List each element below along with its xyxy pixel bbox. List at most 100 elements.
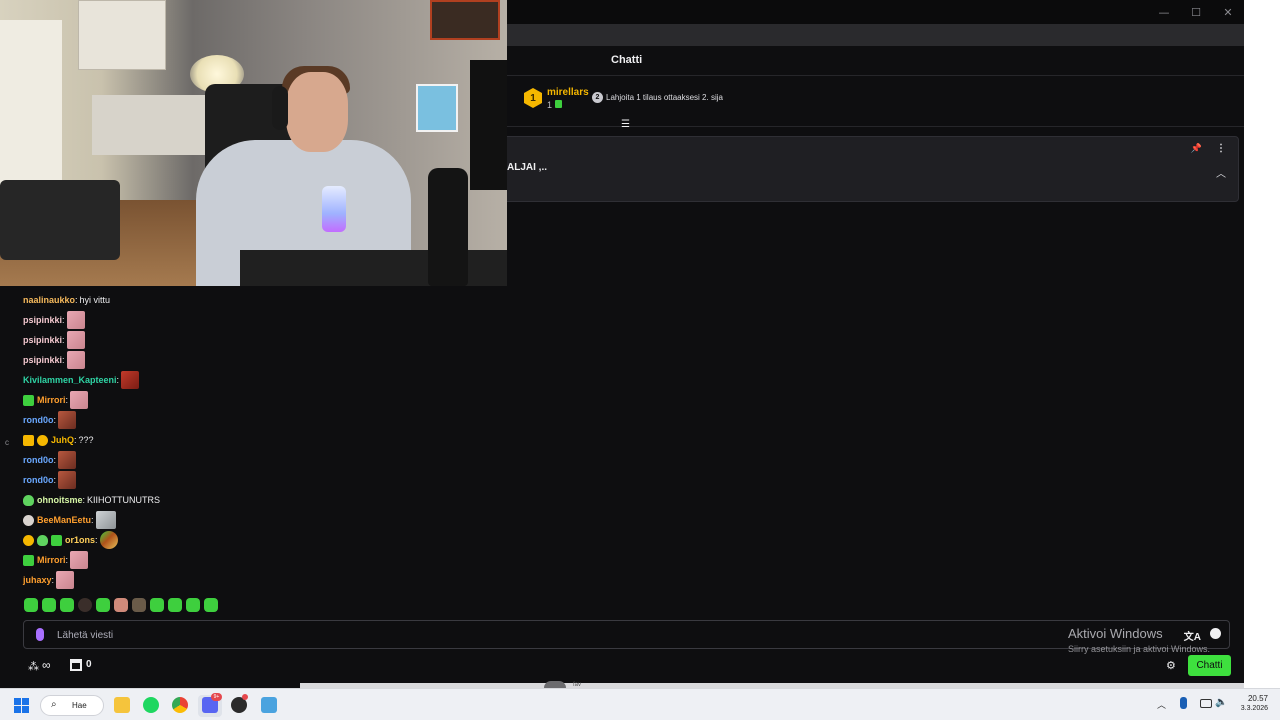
webcam-video-overlay xyxy=(0,0,507,286)
cat-emote-icon[interactable] xyxy=(95,511,116,529)
microphone-icon[interactable] xyxy=(36,628,44,641)
chat-username[interactable]: BeeManEetu xyxy=(37,515,91,525)
message-separator: : xyxy=(62,335,65,345)
chat-message-text: hyi vittu xyxy=(79,295,111,305)
chat-message: or1ons: xyxy=(23,530,118,550)
desktop-background xyxy=(1244,0,1280,688)
maximize-button[interactable]: ☐ xyxy=(1180,0,1212,24)
message-separator: : xyxy=(51,575,55,585)
crown-badge-icon[interactable] xyxy=(23,434,34,446)
activate-windows-title: Aktivoi Windows xyxy=(1068,626,1163,641)
sub-badge-icon[interactable] xyxy=(23,494,34,506)
chat-message: psipinkki: xyxy=(23,310,85,330)
message-separator: : xyxy=(95,535,98,545)
expand-leaderboard-icon[interactable]: ☰ xyxy=(621,119,630,130)
emote-button[interactable] xyxy=(60,598,74,612)
webcam-wall-sign xyxy=(430,0,500,40)
chat-username[interactable]: psipinkki xyxy=(23,355,62,365)
chat-username[interactable]: ohnoitsme xyxy=(37,495,83,505)
emote-button[interactable] xyxy=(114,598,128,612)
chat-username[interactable]: naalinaukko xyxy=(23,295,75,305)
channel-points-icon[interactable]: ⁂ xyxy=(28,660,39,673)
notepad-icon[interactable] xyxy=(261,697,277,713)
pink-emote-icon[interactable] xyxy=(70,391,89,409)
file-explorer-icon[interactable] xyxy=(114,697,130,713)
message-separator: : xyxy=(75,295,78,305)
emote-button[interactable] xyxy=(168,598,182,612)
windows-taskbar: ⌕ Hae 9+ ︿ 🔈 20.57 3.3.2026 xyxy=(0,688,1280,720)
one-badge-icon[interactable] xyxy=(23,534,34,546)
pink-emote-icon[interactable] xyxy=(66,331,85,349)
webcam-cup xyxy=(322,186,346,232)
taskbar-clock[interactable]: 20.57 3.3.2026 xyxy=(1238,694,1268,712)
chat-username[interactable]: psipinkki xyxy=(23,335,62,345)
minimize-button[interactable]: — xyxy=(1148,0,1180,24)
cow-badge-icon[interactable] xyxy=(23,514,34,526)
pink-emote-icon[interactable] xyxy=(66,351,85,369)
emote-button[interactable] xyxy=(132,598,146,612)
send-chat-button[interactable]: Chatti xyxy=(1188,655,1231,676)
face-emote-icon[interactable] xyxy=(58,471,77,489)
chat-username[interactable]: psipinkki xyxy=(23,315,62,325)
message-separator: : xyxy=(65,395,69,405)
network-icon[interactable] xyxy=(1200,699,1212,708)
gift-badge-icon[interactable] xyxy=(23,394,34,406)
pink-emote-icon[interactable] xyxy=(56,571,75,589)
settings-gear-icon[interactable]: ⚙ xyxy=(1166,659,1176,672)
chat-username[interactable]: or1ons xyxy=(65,535,95,545)
spotify-icon[interactable] xyxy=(143,697,159,713)
pin-icon[interactable]: 📌 xyxy=(1191,143,1202,154)
windows-start-icon[interactable] xyxy=(14,698,29,713)
chat-message: rond0o: xyxy=(23,410,77,430)
discord-notification-badge: 9+ xyxy=(211,693,222,701)
emote-button[interactable] xyxy=(96,598,110,612)
pink-emote-icon[interactable] xyxy=(70,551,89,569)
edge-text: c xyxy=(5,438,9,447)
tray-chevron-up-icon[interactable]: ︿ xyxy=(1157,698,1166,711)
volume-icon[interactable]: 🔈 xyxy=(1215,697,1227,708)
message-separator: : xyxy=(62,315,65,325)
face-emote-icon[interactable] xyxy=(58,451,77,469)
chrome-icon[interactable] xyxy=(172,697,188,713)
webcam-door xyxy=(0,20,62,200)
gift-badge-icon[interactable] xyxy=(51,534,62,546)
gift-badge-icon[interactable] xyxy=(23,554,34,566)
search-icon: ⌕ xyxy=(51,699,57,710)
chat-username[interactable]: rond0o xyxy=(23,475,54,485)
chevron-up-icon[interactable]: ︿ xyxy=(1216,165,1226,180)
emote-button[interactable] xyxy=(78,598,92,612)
clock-date: 3.3.2026 xyxy=(1240,705,1268,712)
chat-message-text: KIIHOTTUNUTRS xyxy=(87,495,161,505)
close-button[interactable]: ✕ xyxy=(1212,0,1244,24)
gift-icon xyxy=(555,100,562,108)
emoji-picker-icon[interactable] xyxy=(1210,628,1221,639)
pink-emote-icon[interactable] xyxy=(66,311,85,329)
one-badge-icon[interactable] xyxy=(37,434,48,446)
chat-username[interactable]: JuhQ xyxy=(51,435,74,445)
taskbar-search[interactable]: ⌕ Hae xyxy=(40,695,104,716)
chat-username[interactable]: juhaxy xyxy=(23,575,52,585)
microphone-tray-icon[interactable] xyxy=(1180,697,1187,709)
mouth-emote-icon[interactable] xyxy=(99,531,118,549)
face-emote-icon[interactable] xyxy=(58,411,77,429)
more-options-icon[interactable]: ⋮ xyxy=(1216,143,1226,154)
chat-username[interactable]: Mirrori xyxy=(37,395,66,405)
emote-button[interactable] xyxy=(204,598,218,612)
activate-windows-watermark: Aktivoi Windows Siirry asetuksiin ja akt… xyxy=(1068,626,1210,654)
chat-message: juhaxy: xyxy=(23,570,75,590)
chat-message: Mirrori: xyxy=(23,550,89,570)
emote-button[interactable] xyxy=(42,598,56,612)
chat-username[interactable]: rond0o xyxy=(23,455,54,465)
store-icon[interactable] xyxy=(70,659,82,671)
emote-button[interactable] xyxy=(24,598,38,612)
chat-message-input[interactable] xyxy=(57,627,1057,643)
message-separator: : xyxy=(116,375,120,385)
red-emote-icon[interactable] xyxy=(121,371,140,389)
emote-button[interactable] xyxy=(186,598,200,612)
emote-button[interactable] xyxy=(150,598,164,612)
leaderboard-user[interactable]: mirellars xyxy=(547,87,589,98)
chat-username[interactable]: Mirrori xyxy=(37,555,66,565)
chat-username[interactable]: Kivilammen_Kapteeni xyxy=(23,375,117,385)
chat-username[interactable]: rond0o xyxy=(23,415,54,425)
sub-badge-icon[interactable] xyxy=(37,534,48,546)
